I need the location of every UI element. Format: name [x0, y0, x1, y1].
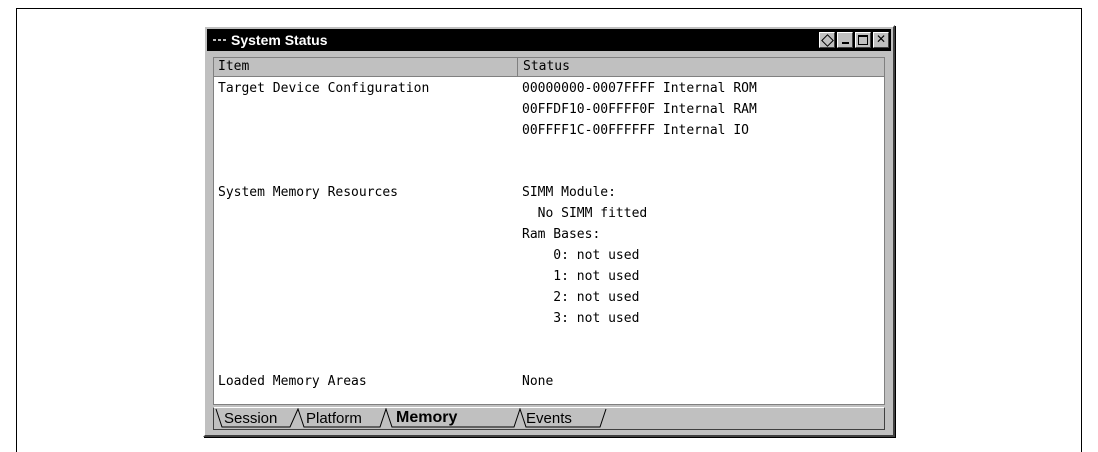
close-button[interactable]: ✕ — [873, 32, 889, 48]
column-header-item[interactable]: Item — [214, 58, 518, 76]
tab-memory[interactable]: Memory — [396, 409, 457, 427]
row-status-value: 00000000-0007FFFF Internal ROM 00FFDF10-… — [522, 78, 757, 141]
tab-events[interactable]: Events — [526, 410, 572, 427]
maximize-button[interactable] — [855, 32, 871, 48]
status-line: 2: not used — [522, 290, 640, 305]
maximize-icon — [858, 35, 868, 45]
row-item-label: Loaded Memory Areas — [218, 374, 367, 389]
status-line: 00FFFF1C-00FFFFFF Internal IO — [522, 123, 749, 138]
row-item-label: Target Device Configuration — [218, 81, 430, 96]
column-header-status[interactable]: Status — [519, 58, 884, 76]
minimize-button[interactable] — [837, 32, 853, 48]
status-line: 0: not used — [522, 248, 640, 263]
status-line: Ram Bases: — [522, 227, 601, 242]
status-line: 00FFDF10-00FFFF0F Internal RAM — [522, 102, 757, 117]
row-item-label: System Memory Resources — [218, 185, 399, 200]
close-icon: ✕ — [875, 32, 887, 46]
status-line: 00000000-0007FFFF Internal ROM — [522, 81, 757, 96]
window-title: System Status — [231, 32, 328, 48]
system-status-window: System Status ✕ Item Status Target Devic… — [203, 25, 895, 437]
restore-button[interactable] — [819, 32, 835, 48]
status-line: 1: not used — [522, 269, 640, 284]
row-status-value: None — [522, 371, 553, 392]
tab-bar: Session Platform Memory Events — [213, 407, 885, 430]
title-bar[interactable]: System Status ✕ — [207, 29, 891, 51]
window-menu-icon[interactable] — [213, 34, 227, 46]
status-line: None — [522, 374, 554, 389]
status-line: No SIMM fitted — [522, 206, 648, 221]
table-header: Item Status — [214, 58, 884, 77]
minimize-icon — [841, 42, 849, 44]
diamond-icon — [820, 34, 834, 47]
tab-session[interactable]: Session — [224, 410, 277, 427]
status-line: 3: not used — [522, 311, 640, 326]
tab-platform[interactable]: Platform — [306, 410, 362, 427]
row-status-value: SIMM Module: No SIMM fitted Ram Bases: 0… — [522, 182, 647, 329]
status-line: SIMM Module: — [522, 185, 616, 200]
status-table: Item Status Target Device Configuration … — [213, 57, 885, 405]
